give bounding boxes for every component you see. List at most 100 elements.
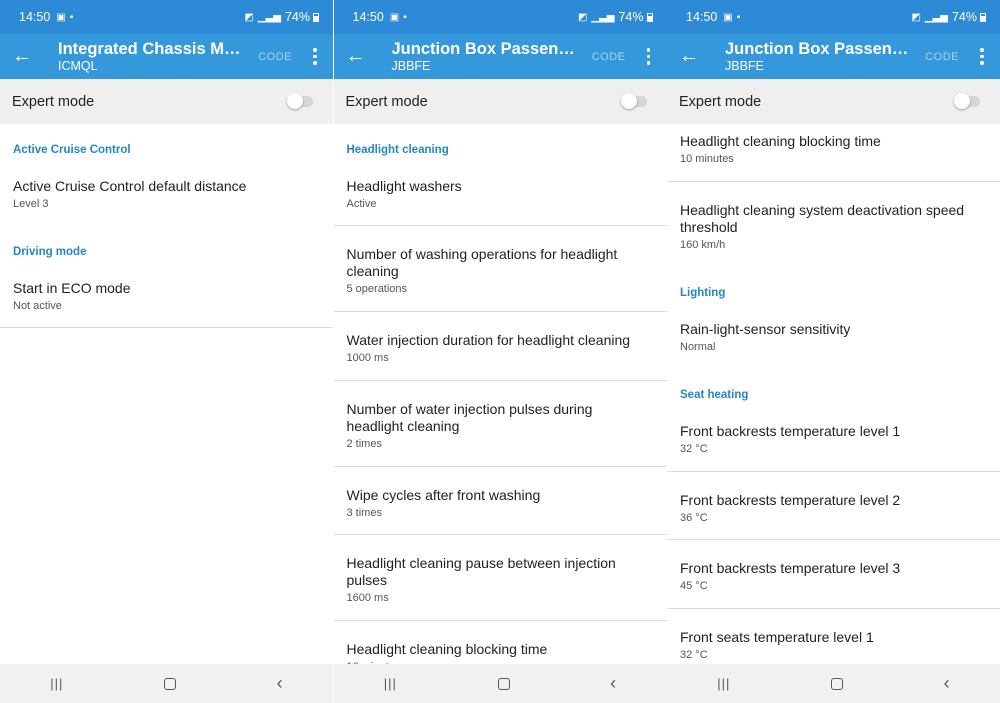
status-bar: 14:50 ▣ ▪ ◩ ▁▃▅ 74% bbox=[0, 0, 333, 34]
code-button[interactable]: CODE bbox=[592, 51, 626, 63]
dot bbox=[980, 61, 984, 65]
battery-icon bbox=[980, 12, 986, 22]
status-time: 14:50 bbox=[352, 10, 384, 24]
message-icon: ▪ bbox=[736, 11, 741, 23]
setting-item[interactable]: Headlight cleaning pause between injecti… bbox=[334, 555, 667, 605]
back-arrow-icon[interactable]: ← bbox=[667, 45, 711, 68]
code-button[interactable]: CODE bbox=[258, 51, 292, 63]
settings-list: Lighting Seat heating Headlight cleaning b… bbox=[667, 124, 1000, 664]
expert-mode-toggle[interactable] bbox=[620, 93, 647, 109]
setting-item[interactable]: Front backrests temperature level 3 45 °C bbox=[667, 560, 1000, 593]
setting-item[interactable]: Headlight cleaning blocking time 10 minut… bbox=[667, 133, 1000, 166]
setting-value: 1000 ms bbox=[346, 352, 389, 364]
nav-back-icon[interactable]: ‹ bbox=[277, 673, 283, 694]
battery-percent: 74% bbox=[618, 10, 644, 24]
page-title: Junction Box Passenger bbox=[391, 40, 578, 58]
nav-back-icon[interactable]: ‹ bbox=[610, 673, 616, 694]
setting-item[interactable]: Start in ECO mode Not active bbox=[0, 280, 333, 313]
divider bbox=[333, 620, 667, 621]
more-options-icon[interactable] bbox=[971, 48, 993, 65]
recent-apps-icon[interactable]: ||| bbox=[50, 676, 63, 691]
divider bbox=[333, 534, 667, 535]
setting-value: 45 °C bbox=[680, 580, 708, 592]
setting-title: Headlight washers bbox=[346, 178, 462, 194]
home-icon[interactable] bbox=[164, 677, 177, 690]
setting-value: 32 °C bbox=[680, 443, 708, 455]
gallery-icon: ▣ bbox=[56, 11, 66, 23]
back-arrow-icon[interactable]: ← bbox=[334, 45, 378, 68]
message-icon: ▪ bbox=[69, 11, 74, 23]
setting-title: Wipe cycles after front washing bbox=[346, 487, 541, 503]
setting-item[interactable]: Headlight cleaning system deactivation s… bbox=[667, 202, 1000, 252]
back-arrow-icon[interactable]: ← bbox=[0, 45, 44, 68]
setting-item[interactable]: Active Cruise Control default distance Le… bbox=[0, 178, 333, 211]
recent-apps-icon[interactable]: ||| bbox=[384, 676, 397, 691]
divider bbox=[667, 181, 1000, 182]
nav-back-icon[interactable]: ‹ bbox=[944, 673, 950, 694]
section-header: Driving mode bbox=[13, 246, 87, 258]
toggle-knob bbox=[954, 93, 970, 109]
expert-mode-row[interactable]: Expert mode bbox=[667, 79, 1000, 124]
expert-mode-toggle[interactable] bbox=[954, 93, 980, 109]
navigation-bar: ||| ‹ bbox=[667, 664, 1000, 703]
phone-screen: 14:50 ▣ ▪ ◩ ▁▃▅ 74% ← Integrated Chassis Man...… bbox=[0, 0, 333, 703]
gallery-icon: ▣ bbox=[723, 11, 733, 23]
expert-mode-toggle[interactable] bbox=[287, 93, 313, 109]
setting-item[interactable]: Headlight washers Active bbox=[334, 178, 667, 211]
expert-mode-label: Expert mode bbox=[345, 93, 428, 110]
expert-mode-row[interactable]: Expert mode bbox=[0, 79, 333, 124]
setting-item[interactable]: Headlight cleaning blocking time10 minut… bbox=[334, 641, 667, 664]
home-icon[interactable] bbox=[497, 677, 510, 690]
setting-title: Headlight cleaning blocking time bbox=[346, 641, 548, 657]
setting-value: 5 operations bbox=[346, 283, 408, 295]
setting-value: Level 3 bbox=[13, 198, 49, 210]
more-options-icon[interactable] bbox=[638, 48, 660, 65]
setting-value: 2 times bbox=[346, 438, 382, 450]
setting-item[interactable]: Rain-light-sensor sensitivity Normal bbox=[667, 321, 1000, 354]
setting-item[interactable]: Water injection duration for headlight c… bbox=[334, 332, 667, 365]
setting-title: Headlight cleaning blocking time bbox=[680, 133, 881, 149]
battery-icon bbox=[313, 12, 319, 22]
divider bbox=[333, 380, 667, 381]
divider bbox=[667, 608, 1000, 609]
setting-item[interactable]: Front seats temperature level 1 32 °C bbox=[667, 629, 1000, 662]
settings-list: Active Cruise Control Driving mode Active … bbox=[0, 124, 333, 664]
setting-title: Front backrests temperature level 3 bbox=[680, 560, 901, 576]
more-options-icon[interactable] bbox=[304, 48, 326, 65]
dot bbox=[646, 61, 651, 65]
setting-title: Front backrests temperature level 1 bbox=[680, 423, 901, 439]
setting-title: Rain-light-sensor sensitivity bbox=[680, 321, 851, 337]
expert-mode-row[interactable]: Expert mode bbox=[333, 79, 667, 124]
setting-value: Normal bbox=[680, 341, 716, 353]
status-bar: 14:50 ▣ ▪ ◩ ▁▃▅ 74% bbox=[667, 0, 1000, 34]
section-header: Lighting bbox=[680, 287, 726, 299]
setting-value: 160 km/h bbox=[680, 239, 726, 251]
title-block: Junction Box Passenger JBBFE bbox=[711, 39, 925, 74]
divider bbox=[0, 327, 333, 328]
cast-icon: ◩ bbox=[244, 11, 254, 23]
dot bbox=[646, 48, 651, 52]
phone-screen: 14:50 ▣ ▪ ◩ ▁▃▅ 74% ← Junction Box Passenger JBB… bbox=[667, 0, 1000, 703]
divider bbox=[333, 311, 667, 312]
section-header: Seat heating bbox=[680, 389, 749, 401]
setting-item[interactable]: Number of water injection pulses during … bbox=[334, 401, 667, 451]
setting-value: 10 minutes bbox=[680, 153, 734, 165]
recent-apps-icon[interactable]: ||| bbox=[717, 676, 730, 691]
signal-icon: ▁▃▅ bbox=[591, 11, 615, 23]
battery-percent: 74% bbox=[951, 10, 977, 24]
dot bbox=[980, 54, 984, 59]
screens-row: 14:50 ▣ ▪ ◩ ▁▃▅ 74% ← Integrated Chassis Man...… bbox=[0, 0, 1000, 703]
setting-item[interactable]: Front backrests temperature level 1 32 °C bbox=[667, 423, 1000, 456]
home-icon[interactable] bbox=[831, 677, 844, 690]
page-subtitle: JBBFE bbox=[391, 59, 431, 73]
section-header: Headlight cleaning bbox=[346, 144, 449, 156]
setting-item[interactable]: Number of washing operations for headlig… bbox=[334, 246, 667, 296]
message-icon: ▪ bbox=[403, 11, 407, 23]
title-block: Integrated Chassis Man... ICMQL bbox=[44, 39, 258, 74]
divider bbox=[667, 471, 1000, 472]
phone-screen: 14:50 ▣ ▪ ◩ ▁▃▅ 74% ← Junction Box Passenger JBB… bbox=[333, 0, 667, 703]
code-button[interactable]: CODE bbox=[925, 51, 959, 63]
setting-item[interactable]: Front backrests temperature level 2 36 °C bbox=[667, 492, 1000, 525]
setting-item[interactable]: Wipe cycles after front washing 3 times bbox=[334, 487, 667, 520]
page-title: Junction Box Passenger bbox=[725, 40, 911, 58]
